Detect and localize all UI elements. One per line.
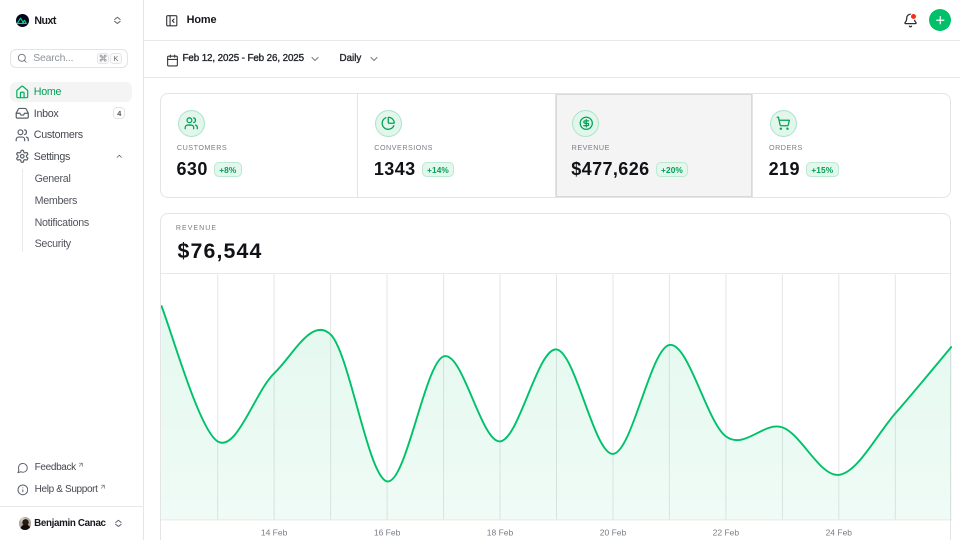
svg-text:22 Feb: 22 Feb: [712, 527, 739, 537]
svg-text:24 Feb: 24 Feb: [825, 527, 852, 537]
svg-text:14 Feb: 14 Feb: [260, 527, 287, 537]
svg-text:18 Feb: 18 Feb: [486, 527, 513, 537]
svg-text:16 Feb: 16 Feb: [373, 527, 400, 537]
svg-text:20 Feb: 20 Feb: [599, 527, 626, 537]
